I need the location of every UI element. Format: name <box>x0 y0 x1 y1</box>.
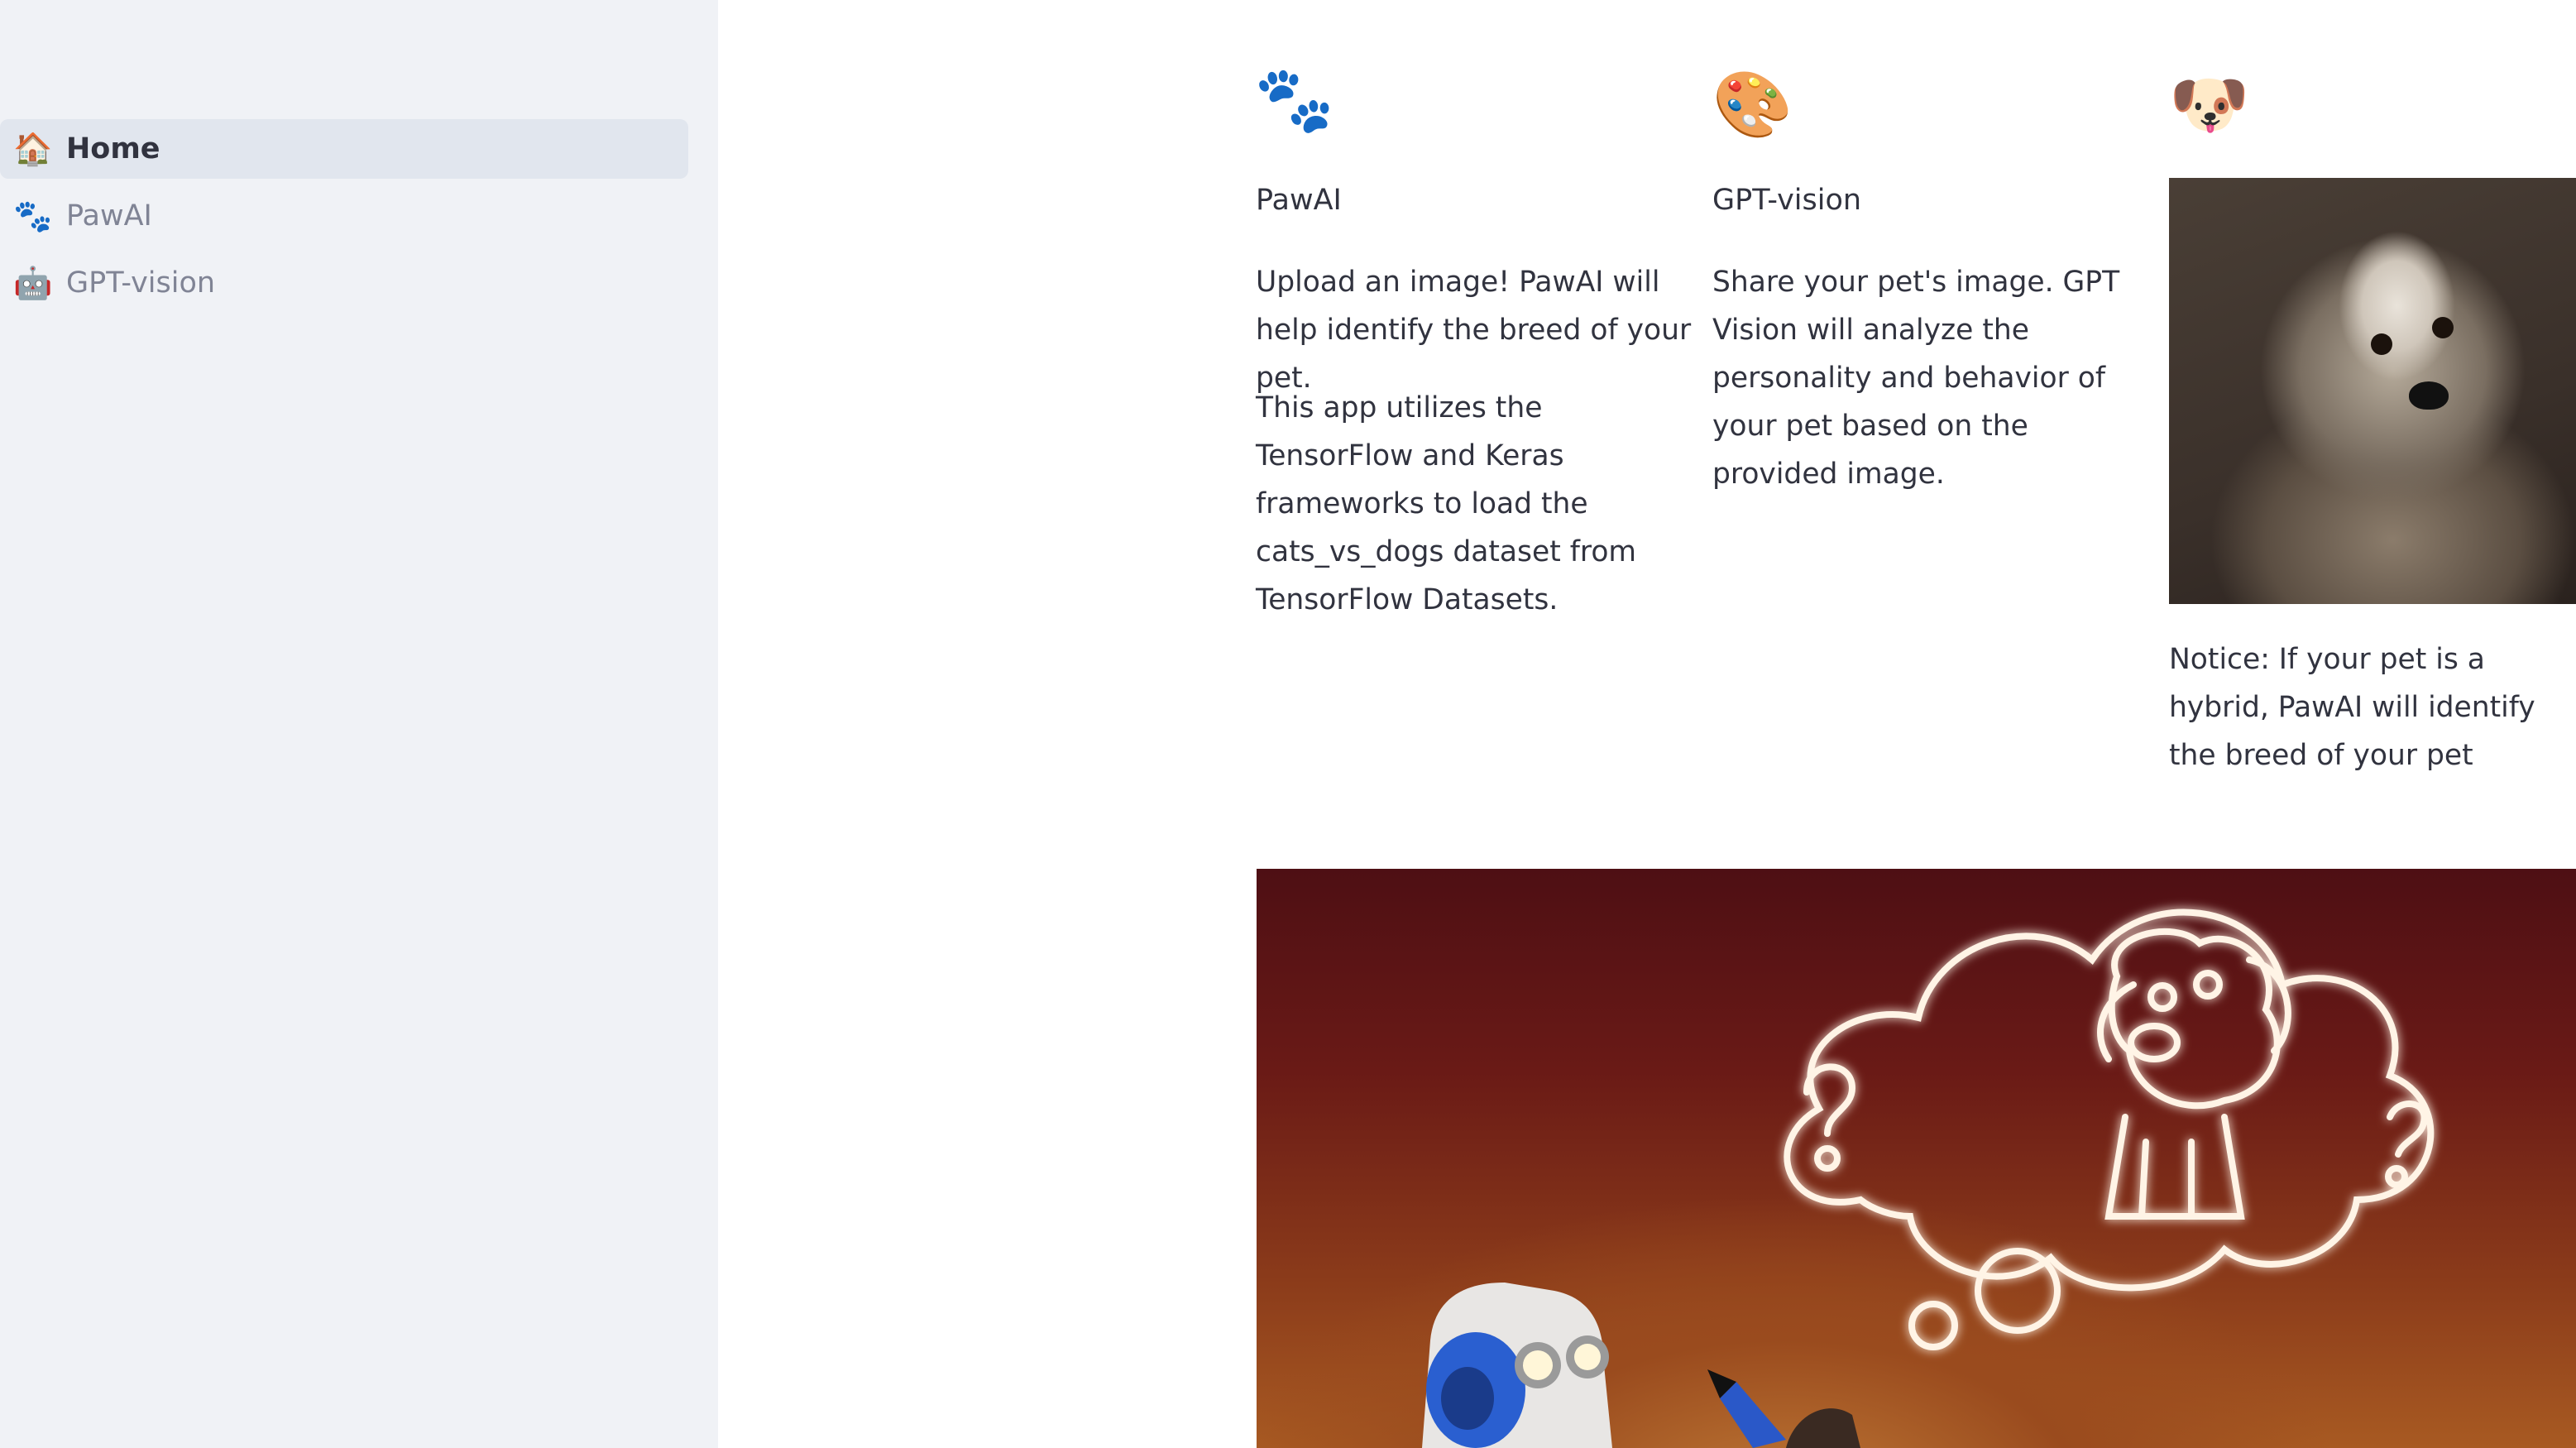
sidebar-item-label: GPT-vision <box>66 266 216 300</box>
paw-prints-icon: 🐾 <box>1254 63 1335 137</box>
dog-eye <box>2371 333 2392 355</box>
artist-palette-icon: 🎨 <box>1712 68 1793 142</box>
column-description: Share your pet's image. GPT Vision will … <box>1712 266 2120 491</box>
robot-icon: 🤖 <box>13 265 53 301</box>
sidebar-item-label: PawAI <box>66 199 152 233</box>
column-title: GPT-vision <box>1712 184 1862 217</box>
dog-photo <box>2169 178 2576 604</box>
sidebar-item-home[interactable]: 🏠 Home <box>0 119 688 179</box>
breed-notice: Notice: If your pet is a hybrid, PawAI w… <box>2169 643 2535 772</box>
sidebar-item-pawai[interactable]: 🐾 PawAI <box>0 186 688 246</box>
column-description: Upload an image! PawAI will help identif… <box>1256 266 1692 395</box>
dog-face-icon: 🐶 <box>2169 68 2250 142</box>
dog-eye <box>2432 317 2454 338</box>
column-title: PawAI <box>1256 184 1342 217</box>
sidebar-item-gpt-vision[interactable]: 🤖 GPT-vision <box>0 253 688 313</box>
paw-prints-icon: 🐾 <box>13 198 53 234</box>
column-description: This app utilizes the TensorFlow and Ker… <box>1256 391 1637 616</box>
sidebar-item-label: Home <box>66 132 160 165</box>
thought-bubble-drawing <box>1422 909 2435 1448</box>
house-icon: 🏠 <box>13 131 53 167</box>
robot-thinking-illustration <box>1257 869 2576 1448</box>
dog-nose <box>2409 381 2449 410</box>
sidebar: 🏠 Home 🐾 PawAI 🤖 GPT-vision <box>0 0 718 1448</box>
